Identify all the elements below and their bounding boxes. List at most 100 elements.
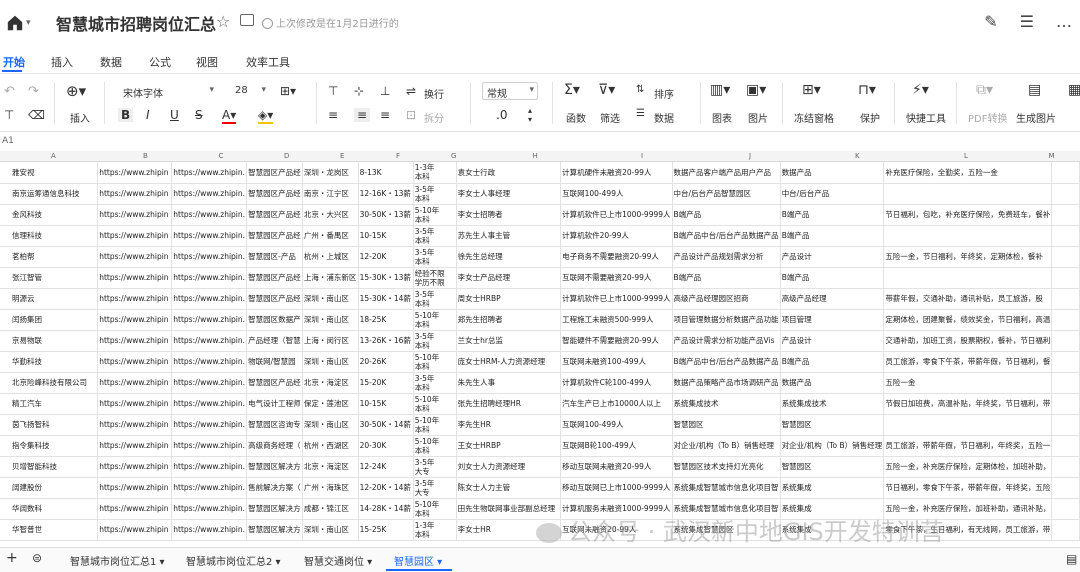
table-cell[interactable]: 智慧园区解决方 <box>246 456 303 478</box>
table-cell[interactable] <box>1051 267 1080 289</box>
gen-image-icon[interactable]: ▤ <box>1028 82 1041 98</box>
table-cell[interactable]: 5-10年 本科 <box>413 498 457 520</box>
table-cell[interactable]: https://www.zhipin <box>97 477 173 499</box>
table-cell[interactable]: 贝增智能科技 <box>0 456 99 478</box>
table-cell[interactable]: 高级产品经理园区招商 <box>672 288 781 310</box>
table-cell[interactable]: 30-50K・13薪 <box>358 204 414 226</box>
image-icon[interactable]: ▣▾ <box>746 82 766 98</box>
table-cell[interactable]: 产品设计产品规划需求分析 <box>672 246 781 268</box>
table-cell[interactable]: 20-26K <box>358 351 414 373</box>
table-cell[interactable]: 明源云 <box>0 288 99 310</box>
filter-icon[interactable]: ⊽▾ <box>598 82 615 98</box>
table-cell[interactable]: 智慧园区 <box>780 456 885 478</box>
table-cell[interactable]: 徐先生总经理 <box>456 246 562 268</box>
fill-color-icon[interactable]: ◈▾ <box>258 108 274 124</box>
column-header-l[interactable]: L <box>964 152 968 160</box>
align-middle-icon[interactable]: ⊹ <box>354 84 364 98</box>
table-cell[interactable]: 14-28K・14薪 <box>358 498 414 520</box>
merge-icon[interactable]: ⊡ <box>406 108 416 122</box>
table-cell[interactable]: 计算机软件20-99人 <box>560 225 673 247</box>
table-cell[interactable]: B端产品 <box>780 267 885 289</box>
table-cell[interactable]: 10-15K <box>358 225 414 247</box>
table-cell[interactable]: https://www.zhipin. <box>171 393 248 415</box>
sort-label[interactable]: 排序 <box>654 86 674 101</box>
table-cell[interactable]: 系统集成技术 <box>672 393 781 415</box>
table-cell[interactable]: 计算机硬件未融资20-99人 <box>560 162 673 184</box>
gen-image-label[interactable]: 生成图片 <box>1016 110 1056 125</box>
table-cell[interactable] <box>1051 330 1080 352</box>
table-cell[interactable]: 闰扬集团 <box>0 309 99 331</box>
table-cell[interactable]: 3-5年 本科 <box>413 225 457 247</box>
lock-icon[interactable]: ⊓▾ <box>858 82 876 98</box>
table-cell[interactable]: 南京运筹通信息科技 <box>0 183 99 205</box>
function-label[interactable]: 函数 <box>566 110 586 125</box>
table-cell[interactable]: 12-16K・13薪 <box>358 183 414 205</box>
table-cell[interactable]: 互联网未融资100-499人 <box>560 351 673 373</box>
column-header-h[interactable]: H <box>533 152 538 160</box>
column-header-i[interactable]: I <box>641 152 643 160</box>
table-cell[interactable]: 精工汽车 <box>0 393 99 415</box>
table-cell[interactable]: https://www.zhipin <box>97 288 173 310</box>
table-cell[interactable] <box>1051 477 1080 499</box>
table-cell[interactable]: 郑先生招聘者 <box>456 309 562 331</box>
table-cell[interactable]: 定期体检，团建聚餐，绩效奖金，节日福利，高温 <box>883 309 1053 331</box>
table-cell[interactable]: 20-30K <box>358 435 414 457</box>
table-cell[interactable]: 12-20K・14薪 <box>358 477 414 499</box>
table-cell[interactable] <box>1051 498 1080 520</box>
table-cell[interactable]: 电气设计工程师 <box>246 393 303 415</box>
table-cell[interactable]: 5-10年 本科 <box>413 204 457 226</box>
table-cell[interactable]: 深圳・南山区 <box>302 351 359 373</box>
table-cell[interactable]: https://www.zhipin <box>97 372 173 394</box>
table-cell[interactable]: 京易物联 <box>0 330 99 352</box>
column-header-c[interactable]: C <box>219 152 224 160</box>
table-cell[interactable]: 1-3年 本科 <box>413 162 457 184</box>
column-header-b[interactable]: B <box>143 152 148 160</box>
wrap-label[interactable]: 换行 <box>424 86 444 101</box>
table-cell[interactable]: 5-10年 本科 <box>413 351 457 373</box>
table-cell[interactable]: https://www.zhipin. <box>171 456 248 478</box>
table-cell[interactable]: 电子商务不需要融资20-99人 <box>560 246 673 268</box>
table-cell[interactable] <box>883 414 1053 436</box>
pdf-icon[interactable]: ⧉▾ <box>976 82 993 98</box>
table-cell[interactable]: 3-5年 本科 <box>413 183 457 205</box>
table-cell[interactable]: 18-25K <box>358 309 414 331</box>
column-header-f[interactable]: F <box>396 152 400 160</box>
table-cell[interactable]: B端产品 <box>780 204 885 226</box>
table-cell[interactable]: 5-10年 本科 <box>413 393 457 415</box>
table-cell[interactable]: 物联网/智慧园 <box>246 351 303 373</box>
table-cell[interactable]: 移动互联网已上市1000-9999人 <box>560 477 673 499</box>
table-cell[interactable]: https://www.zhipin <box>97 183 173 205</box>
table-cell[interactable]: 庞女士HRM-人力资源经理 <box>456 351 562 373</box>
table-cell[interactable]: 汽车生产已上市10000人以上 <box>560 393 673 415</box>
menu-tools[interactable]: 效率工具 <box>246 54 290 70</box>
table-cell[interactable]: https://www.zhipin. <box>171 225 248 247</box>
table-cell[interactable]: 经验不限 学历不限 <box>413 267 457 289</box>
table-cell[interactable]: https://www.zhipin <box>97 414 173 436</box>
table-cell[interactable] <box>1051 204 1080 226</box>
chart-icon[interactable]: ▥▾ <box>710 82 730 98</box>
table-cell[interactable]: 数据产品策略产品市场调研产品 <box>672 372 781 394</box>
table-cell[interactable]: 上海・浦东新区 <box>302 267 359 289</box>
table-cell[interactable]: https://www.zhipin <box>97 204 173 226</box>
table-cell[interactable]: 智慧园区产品经 <box>246 204 303 226</box>
table-cell[interactable]: 广州・海珠区 <box>302 477 359 499</box>
table-cell[interactable]: https://www.zhipin <box>97 309 173 331</box>
split-label[interactable]: 拆分 <box>424 110 444 125</box>
underline-button[interactable]: U <box>170 108 179 122</box>
table-cell[interactable]: 深圳・南山区 <box>302 519 359 541</box>
table-cell[interactable]: 12-24K <box>358 456 414 478</box>
menu-insert[interactable]: 插入 <box>51 54 73 70</box>
menu-view[interactable]: 视图 <box>196 54 218 70</box>
table-cell[interactable]: 5-10年 本科 <box>413 309 457 331</box>
table-cell[interactable]: 周女士HRBP <box>456 288 562 310</box>
table-cell[interactable]: 朱先生人事 <box>456 372 562 394</box>
table-cell[interactable]: 五险一金 <box>883 372 1053 394</box>
document-title[interactable]: 智慧城市招聘岗位汇总 <box>56 11 216 35</box>
table-cell[interactable]: 智慧园区解决方 <box>246 498 303 520</box>
table-cell[interactable]: 智慧园区-产品 <box>246 246 303 268</box>
table-cell[interactable]: B端产品 <box>780 351 885 373</box>
pdf-label[interactable]: PDF转换 <box>968 110 1007 125</box>
table-cell[interactable]: 智慧园区产品经 <box>246 183 303 205</box>
table-cell[interactable]: 15-25K <box>358 519 414 541</box>
table-cell[interactable]: 高级商务经理（ <box>246 435 303 457</box>
